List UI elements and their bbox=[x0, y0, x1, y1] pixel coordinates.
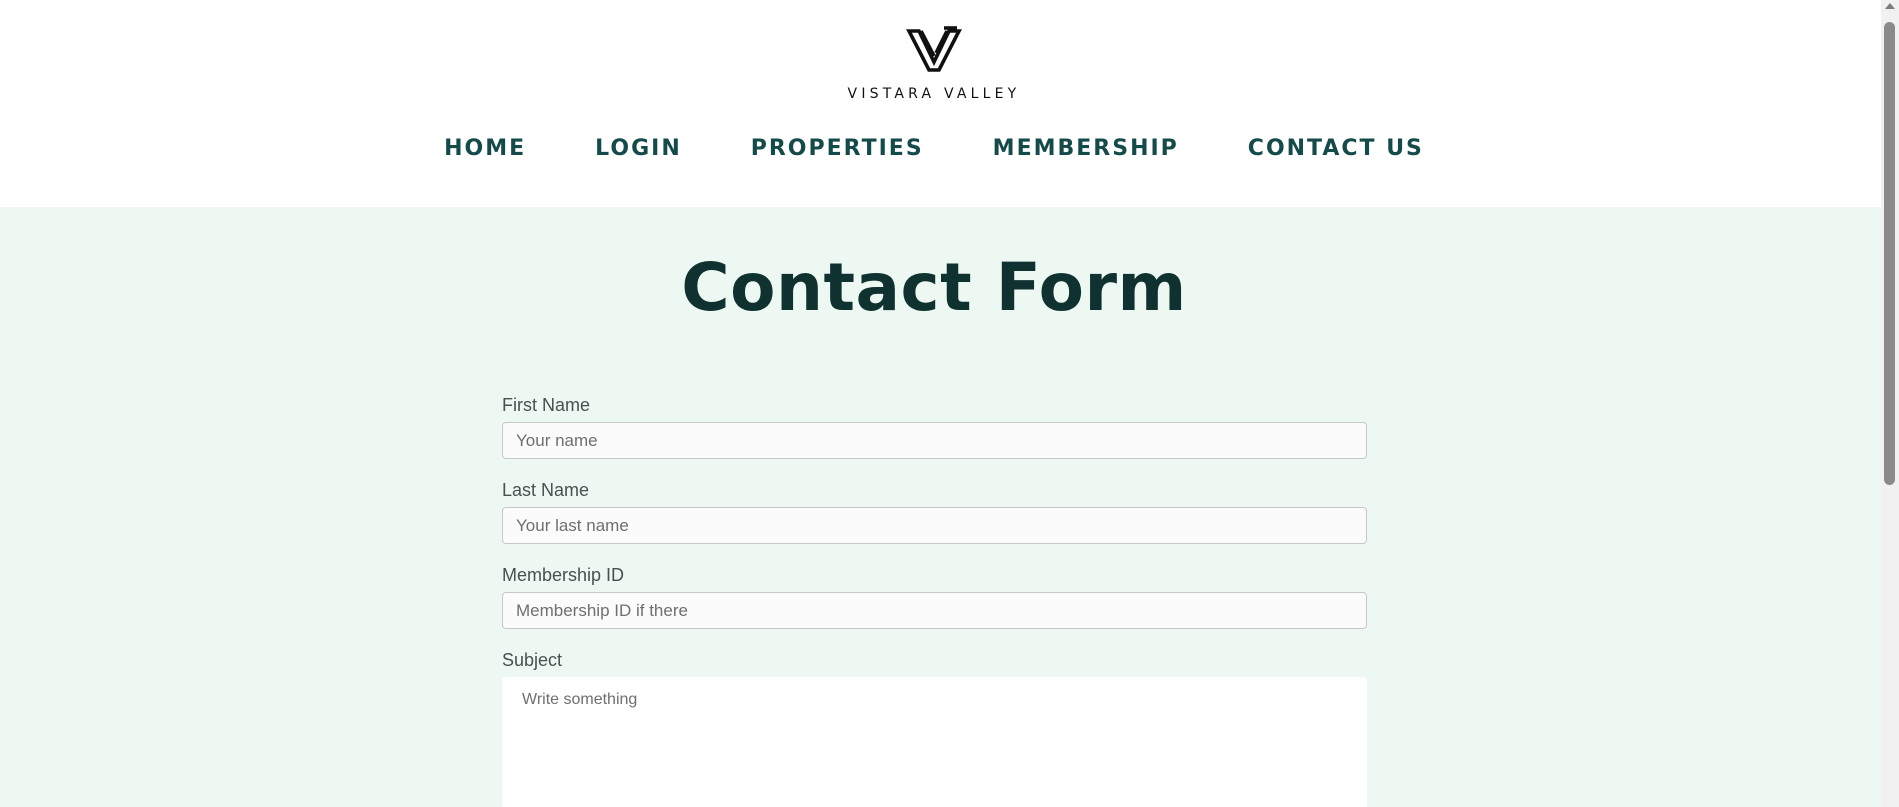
subject-label: Subject bbox=[502, 650, 563, 670]
nav-home[interactable]: HOME bbox=[444, 136, 526, 161]
page: VISTARA VALLEY HOME LOGIN PROPERTIES MEM… bbox=[0, 0, 1881, 807]
contact-section: Contact Form First Name Last Name Member… bbox=[0, 207, 1881, 807]
logo[interactable] bbox=[0, 26, 1868, 72]
last-name-input[interactable] bbox=[502, 507, 1367, 544]
membership-id-label: Membership ID bbox=[502, 565, 625, 585]
nav-membership[interactable]: MEMBERSHIP bbox=[993, 136, 1179, 161]
contact-form: First Name Last Name Membership ID Subje… bbox=[502, 395, 1367, 807]
scrollbar-thumb[interactable] bbox=[1884, 22, 1895, 485]
nav-properties[interactable]: PROPERTIES bbox=[751, 136, 924, 161]
vertical-scrollbar[interactable] bbox=[1881, 0, 1899, 807]
first-name-input[interactable] bbox=[502, 422, 1367, 459]
nav-contact-us[interactable]: CONTACT US bbox=[1248, 136, 1424, 161]
main-nav: HOME LOGIN PROPERTIES MEMBERSHIP CONTACT… bbox=[0, 136, 1868, 161]
page-title: Contact Form bbox=[681, 249, 1187, 326]
subject-textarea[interactable] bbox=[502, 677, 1367, 807]
scroll-up-arrow-icon[interactable] bbox=[1885, 3, 1895, 9]
v-monogram-logo-icon bbox=[906, 26, 962, 72]
nav-login[interactable]: LOGIN bbox=[595, 136, 682, 161]
first-name-label: First Name bbox=[502, 395, 591, 415]
membership-id-input[interactable] bbox=[502, 592, 1367, 629]
last-name-label: Last Name bbox=[502, 480, 590, 500]
brand-name: VISTARA VALLEY bbox=[847, 86, 1021, 102]
site-header: VISTARA VALLEY HOME LOGIN PROPERTIES MEM… bbox=[0, 0, 1881, 207]
